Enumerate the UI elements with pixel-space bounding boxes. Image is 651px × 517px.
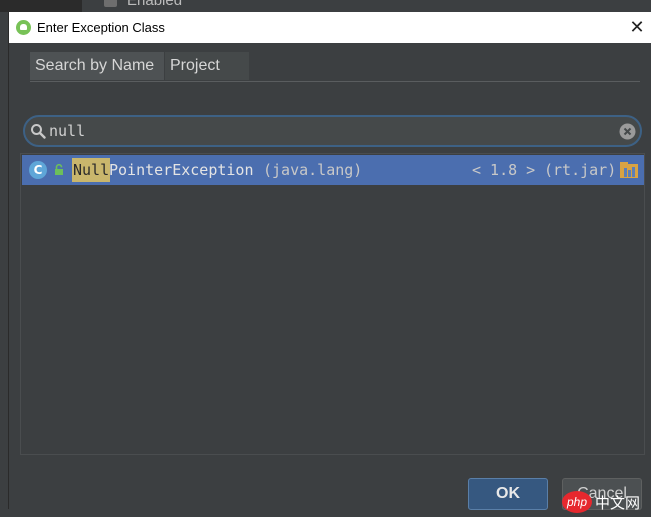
match-highlight: Null	[72, 158, 111, 182]
tab-search-by-name[interactable]: Search by Name	[30, 52, 164, 80]
background-panel	[0, 0, 82, 12]
search-input[interactable]	[49, 121, 609, 141]
background-checkbox-label: Enabled	[127, 0, 183, 9]
sdk-version: < 1.8 >	[472, 161, 536, 179]
search-field[interactable]	[23, 115, 642, 147]
svg-text:中文网: 中文网	[595, 494, 640, 512]
watermark-logo: php 中文网	[562, 491, 640, 513]
tab-project[interactable]: Project	[165, 52, 249, 80]
tab-divider	[30, 81, 640, 82]
enter-exception-class-dialog: Enter Exception Class ✕ Search by Name P…	[8, 12, 651, 513]
clear-icon[interactable]	[619, 123, 636, 140]
search-icon	[31, 124, 46, 139]
dialog-title: Enter Exception Class	[37, 20, 165, 35]
list-item[interactable]: C Null PointerException (java.lang) < 1.…	[22, 155, 644, 185]
android-icon	[16, 20, 31, 35]
lock-icon	[55, 164, 63, 175]
jar-name: (rt.jar)	[544, 161, 617, 179]
svg-text:php: php	[566, 495, 587, 509]
class-name: PointerException	[109, 161, 254, 179]
library-icon	[620, 162, 638, 178]
background-checkbox	[104, 0, 117, 7]
package-name: (java.lang)	[263, 161, 363, 179]
background-ide: Enabled	[0, 0, 651, 12]
results-list[interactable]: C Null PointerException (java.lang) < 1.…	[20, 153, 645, 455]
title-bar: Enter Exception Class ✕	[9, 12, 651, 43]
class-icon: C	[29, 161, 47, 179]
ok-button[interactable]: OK	[468, 478, 548, 510]
close-button[interactable]: ✕	[622, 12, 651, 43]
